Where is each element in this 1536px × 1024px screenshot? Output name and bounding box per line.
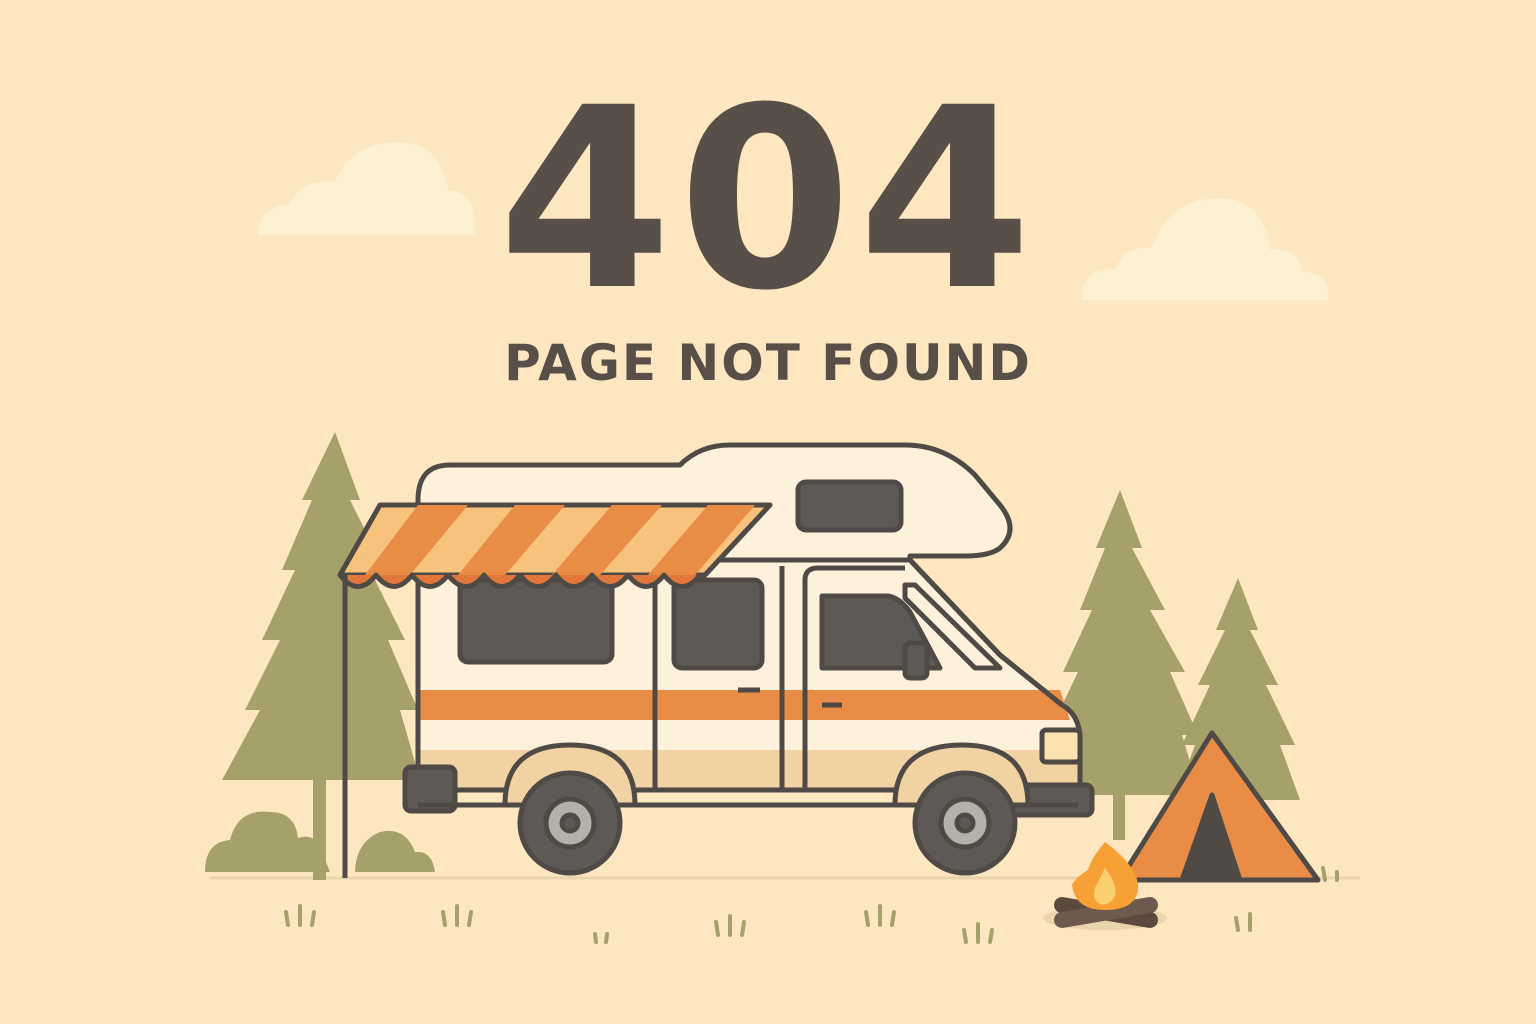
- error-code: 404: [498, 54, 1038, 345]
- wheel-icon: [517, 770, 623, 876]
- wheel-icon: [912, 770, 1018, 876]
- pine-tree-icon: [222, 432, 420, 880]
- camper-van-icon: [402, 442, 1095, 818]
- error-message: PAGE NOT FOUND: [504, 334, 1032, 392]
